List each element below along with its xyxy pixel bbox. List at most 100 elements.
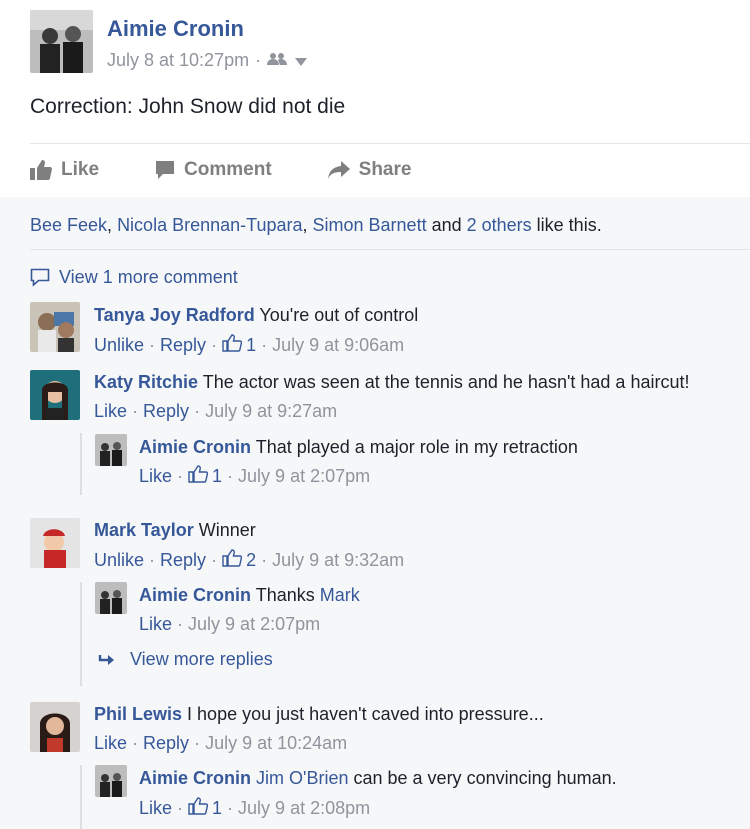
share-label: Share bbox=[358, 159, 412, 180]
reply-timestamp[interactable]: July 9 at 2:07pm bbox=[238, 466, 370, 487]
comment-button[interactable]: Comment bbox=[155, 159, 272, 181]
like-label: Like bbox=[61, 159, 100, 180]
separator: · bbox=[194, 733, 201, 753]
reply-text: That played a major role in my retractio… bbox=[255, 437, 578, 457]
like-link[interactable]: Like bbox=[94, 401, 127, 422]
like-link[interactable]: Like bbox=[139, 798, 172, 819]
author-avatar[interactable] bbox=[30, 10, 93, 73]
replier-name[interactable]: Aimie Cronin bbox=[139, 768, 251, 788]
replier-avatar[interactable] bbox=[95, 582, 127, 614]
thumb-up-icon bbox=[30, 160, 52, 180]
replier-name[interactable]: Aimie Cronin bbox=[139, 585, 251, 605]
separator: · bbox=[132, 733, 139, 753]
likes-summary: Bee Feek, Nicola Brennan-Tupara, Simon B… bbox=[30, 215, 602, 236]
likes-and: and bbox=[426, 215, 467, 235]
liker-name[interactable]: Bee Feek bbox=[30, 215, 107, 235]
reply-meta: Like · July 9 at 2:07pm bbox=[139, 614, 320, 635]
reply-meta: Like · 1 · July 9 at 2:07pm bbox=[139, 465, 370, 488]
separator: · bbox=[261, 550, 268, 570]
comment-body: Tanya Joy Radford You're out of control bbox=[94, 305, 418, 326]
comment-meta: Like · Reply · July 9 at 9:27am bbox=[94, 401, 337, 422]
thumb-up-icon[interactable] bbox=[222, 549, 243, 572]
comment-timestamp[interactable]: July 9 at 10:24am bbox=[205, 733, 347, 754]
commenter-name[interactable]: Katy Ritchie bbox=[94, 372, 198, 392]
facebook-post: Aimie Cronin July 8 at 10:27pm · Correct… bbox=[0, 0, 750, 829]
reply-like-count[interactable]: 1 bbox=[212, 466, 222, 487]
reply-body: Aimie Cronin Jim O'Brien can be a very c… bbox=[139, 768, 617, 789]
separator: · bbox=[177, 466, 184, 486]
separator: · bbox=[177, 798, 184, 818]
comment-like-count[interactable]: 2 bbox=[246, 550, 256, 571]
separator: · bbox=[211, 550, 218, 570]
commenter-avatar[interactable] bbox=[30, 302, 80, 352]
comment-icon bbox=[30, 268, 50, 287]
comment-text: You're out of control bbox=[259, 305, 419, 325]
comment-text: Winner bbox=[198, 520, 256, 540]
separator: · bbox=[149, 550, 156, 570]
reply-link[interactable]: Reply bbox=[143, 401, 189, 422]
separator: · bbox=[177, 614, 184, 634]
comment-timestamp[interactable]: July 9 at 9:27am bbox=[205, 401, 337, 422]
reply-link[interactable]: Reply bbox=[143, 733, 189, 754]
likes-others-link[interactable]: 2 others bbox=[467, 215, 532, 235]
commenter-avatar[interactable] bbox=[30, 518, 80, 568]
reply-body: Aimie Cronin Thanks Mark bbox=[139, 585, 360, 606]
unlike-link[interactable]: Unlike bbox=[94, 550, 144, 571]
separator: · bbox=[211, 335, 218, 355]
reply-arrow-icon bbox=[98, 654, 114, 665]
mention-link[interactable]: Mark bbox=[320, 585, 360, 605]
comment-text: The actor was seen at the tennis and he … bbox=[202, 372, 690, 392]
post-author-name[interactable]: Aimie Cronin bbox=[107, 16, 244, 42]
comment-icon bbox=[156, 161, 175, 179]
post-timestamp[interactable]: July 8 at 10:27pm bbox=[107, 50, 249, 71]
view-more-comments-link[interactable]: View 1 more comment bbox=[30, 267, 238, 288]
liker-name[interactable]: Nicola Brennan-Tupara bbox=[117, 215, 302, 235]
divider bbox=[30, 143, 750, 144]
like-button[interactable]: Like bbox=[30, 159, 99, 181]
like-link[interactable]: Like bbox=[94, 733, 127, 754]
thread-line bbox=[80, 582, 82, 686]
chevron-down-icon[interactable] bbox=[295, 50, 308, 71]
reply-text: can be a very convincing human. bbox=[353, 768, 617, 788]
like-link[interactable]: Like bbox=[139, 466, 172, 487]
replier-avatar[interactable] bbox=[95, 434, 127, 466]
replier-name[interactable]: Aimie Cronin bbox=[139, 437, 251, 457]
comment-meta: Unlike · Reply · 2 · July 9 at 9:32am bbox=[94, 549, 404, 572]
post-meta: July 8 at 10:27pm · bbox=[107, 50, 308, 71]
comment-body: Mark Taylor Winner bbox=[94, 520, 256, 541]
unlike-link[interactable]: Unlike bbox=[94, 335, 144, 356]
reply-like-count[interactable]: 1 bbox=[212, 798, 222, 819]
commenter-name[interactable]: Tanya Joy Radford bbox=[94, 305, 255, 325]
reply-timestamp[interactable]: July 9 at 2:08pm bbox=[238, 798, 370, 819]
friends-icon[interactable] bbox=[267, 50, 289, 71]
comment-meta: Like · Reply · July 9 at 10:24am bbox=[94, 733, 347, 754]
post-actions: Like Comment Share bbox=[30, 152, 730, 188]
like-link[interactable]: Like bbox=[139, 614, 172, 635]
reply-link[interactable]: Reply bbox=[160, 550, 206, 571]
likes-tail: like this. bbox=[531, 215, 602, 235]
view-more-replies-link[interactable]: View more replies bbox=[98, 649, 273, 670]
mention-link[interactable]: Jim O'Brien bbox=[256, 768, 348, 788]
likes-separator: , bbox=[107, 215, 118, 235]
commenter-avatar[interactable] bbox=[30, 702, 80, 752]
comment-timestamp[interactable]: July 9 at 9:06am bbox=[272, 335, 404, 356]
commenter-name[interactable]: Mark Taylor bbox=[94, 520, 194, 540]
reply-timestamp[interactable]: July 9 at 2:07pm bbox=[188, 614, 320, 635]
reply-link[interactable]: Reply bbox=[160, 335, 206, 356]
separator: · bbox=[261, 335, 268, 355]
share-arrow-icon bbox=[327, 161, 350, 179]
thumb-up-icon[interactable] bbox=[188, 797, 209, 820]
separator: · bbox=[149, 335, 156, 355]
comment-like-count[interactable]: 1 bbox=[246, 335, 256, 356]
share-button[interactable]: Share bbox=[327, 159, 412, 181]
view-more-comments-label: View 1 more comment bbox=[59, 267, 238, 287]
reply-text-prefix: Thanks bbox=[255, 585, 320, 605]
thumb-up-icon[interactable] bbox=[188, 465, 209, 488]
comment-timestamp[interactable]: July 9 at 9:32am bbox=[272, 550, 404, 571]
replier-avatar[interactable] bbox=[95, 765, 127, 797]
commenter-name[interactable]: Phil Lewis bbox=[94, 704, 182, 724]
reply-body: Aimie Cronin That played a major role in… bbox=[139, 437, 578, 458]
thumb-up-icon[interactable] bbox=[222, 334, 243, 357]
commenter-avatar[interactable] bbox=[30, 370, 80, 420]
liker-name[interactable]: Simon Barnett bbox=[313, 215, 427, 235]
